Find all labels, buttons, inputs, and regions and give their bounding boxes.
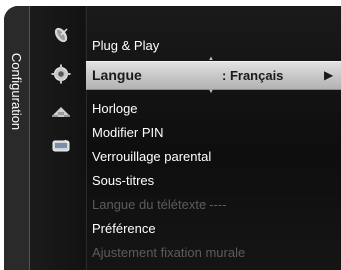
menu-item-langue-teletexte: Langue du télétexte	[92, 197, 206, 212]
menu-separator	[86, 6, 87, 270]
menu-item-label: Plug & Play	[92, 38, 160, 53]
satellite-icon[interactable]	[50, 26, 72, 44]
gear-icon[interactable]	[50, 64, 72, 84]
menu-item-label: Ajustement fixation murale	[92, 245, 246, 260]
langue-value: : Français	[222, 68, 284, 83]
menu-item-verrouillage-parental[interactable]: Verrouillage parental	[92, 149, 211, 164]
category-label: Configuration	[4, 6, 29, 176]
menu-item-ajustement-fixation-murale: Ajustement fixation murale	[92, 245, 245, 260]
langue-teletexte-value: : ----	[202, 197, 227, 212]
category-label-text: Configuration	[9, 52, 25, 130]
menu-item-langue[interactable]: Langue : Français ▶	[86, 61, 341, 90]
menu-item-label: Modifier PIN	[92, 125, 164, 140]
menu-item-horloge[interactable]: Horloge	[92, 101, 138, 116]
menu-item-label: Langue	[92, 67, 142, 83]
menu-item-label: Verrouillage parental	[92, 149, 212, 164]
menu-item-label: Langue du télétexte	[92, 197, 207, 212]
screen: Configuration Plug & Play ▲ Langue: Fra…	[0, 0, 341, 270]
menu-item-label: Horloge	[92, 101, 138, 116]
down-arrow-icon: ▼	[208, 89, 214, 95]
menu-item-sous-titres[interactable]: Sous-titres	[92, 173, 154, 188]
menu-item-plug-and-play[interactable]: Plug & Play	[92, 38, 159, 53]
menu-item-label: Préférence	[92, 221, 156, 236]
menu-item-preference[interactable]: Préférence	[92, 221, 156, 236]
application-icon[interactable]	[50, 137, 72, 155]
right-arrow-icon[interactable]: ▶	[324, 68, 333, 82]
menu-item-modifier-pin[interactable]: Modifier PIN	[92, 125, 164, 140]
menu-item-label: Sous-titres	[92, 173, 155, 188]
input-icon[interactable]	[50, 102, 72, 120]
